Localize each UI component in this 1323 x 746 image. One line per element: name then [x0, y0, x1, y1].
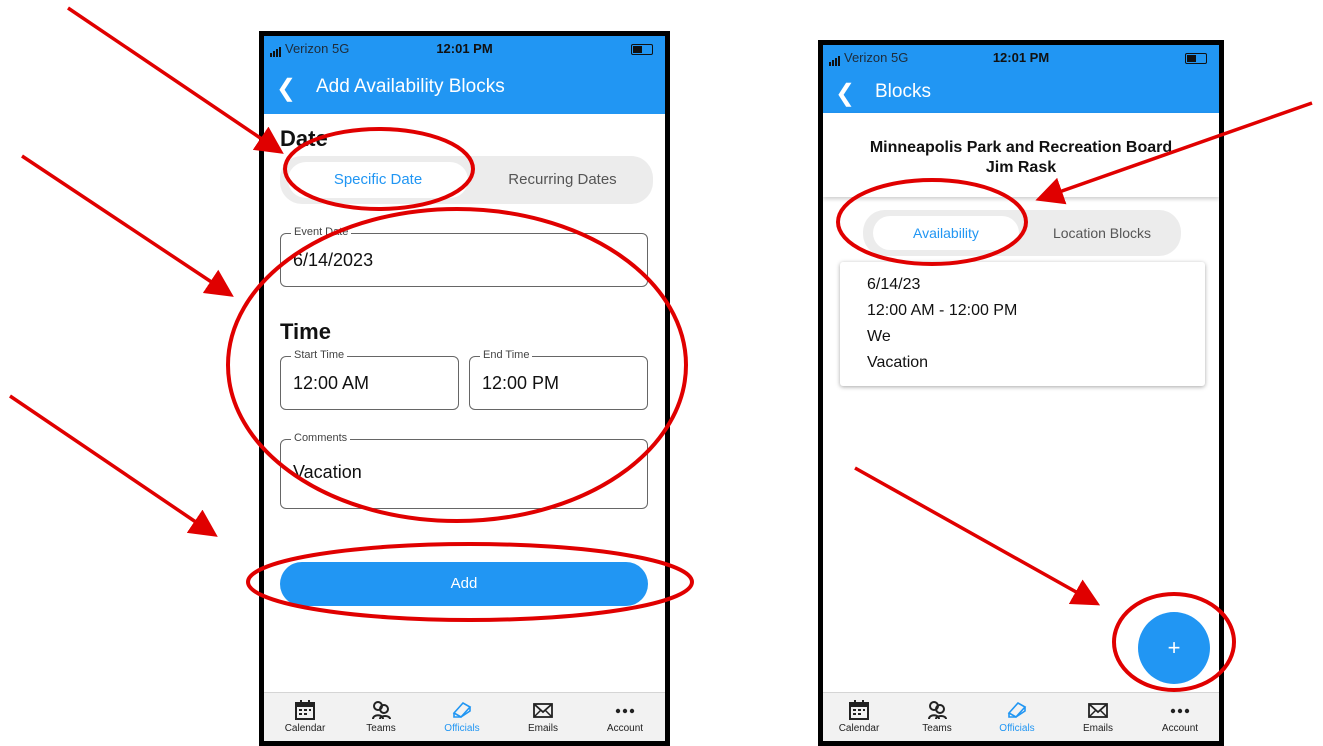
tab-officials[interactable]: Officials [431, 693, 493, 741]
tab-account-label: Account [1161, 723, 1199, 734]
battery-icon [631, 44, 653, 55]
page-title: Add Availability Blocks [316, 76, 505, 97]
add-button[interactable]: Add [280, 562, 648, 606]
tab-officials-label: Officials [444, 723, 480, 734]
status-time: 12:01 PM [992, 50, 1050, 65]
block-days: We [867, 328, 891, 345]
comments-label: Comments [291, 432, 351, 444]
availability-tab[interactable]: Availability [873, 216, 1019, 250]
comments-field[interactable]: Comments Vacation [280, 432, 648, 509]
add-availability-screen: Verizon 5G 12:01 PM ❮ Add Availability B… [264, 36, 665, 741]
envelope-icon [533, 703, 553, 718]
event-date-field[interactable]: Event Date 6/14/2023 [280, 226, 648, 287]
tab-account[interactable]: Account [1149, 693, 1211, 741]
annotation-arrow [67, 6, 284, 154]
tab-calendar-label: Calendar [838, 723, 880, 734]
tab-calendar-label: Calendar [284, 723, 326, 734]
chevron-left-icon[interactable]: ❮ [276, 74, 296, 103]
event-date-value: 6/14/2023 [293, 250, 374, 270]
status-bar: Verizon 5G 12:01 PM [823, 45, 1219, 71]
tab-calendar[interactable]: Calendar [274, 693, 336, 741]
battery-icon [1185, 53, 1207, 64]
tab-teams-label: Teams [366, 723, 396, 734]
time-heading: Time [280, 319, 331, 344]
people-icon [928, 701, 947, 720]
tab-calendar[interactable]: Calendar [828, 693, 890, 741]
location-blocks-tab[interactable]: Location Blocks [1028, 216, 1176, 250]
status-bar: Verizon 5G 12:01 PM [264, 36, 665, 62]
end-time-field[interactable]: End Time 12:00 PM [469, 349, 648, 410]
start-time-value: 12:00 AM [293, 373, 370, 393]
specific-date-tab[interactable]: Specific Date [288, 162, 468, 198]
tab-teams-label: Teams [922, 723, 952, 734]
eraser-icon [1007, 701, 1027, 719]
tab-account[interactable]: Account [594, 693, 656, 741]
comments-value: Vacation [293, 462, 362, 482]
bottom-tab-bar: Calendar Teams Officials Emails Account [823, 692, 1219, 741]
status-time: 12:01 PM [436, 41, 493, 56]
bottom-tab-bar: Calendar Teams Officials Emails Account [264, 692, 665, 741]
block-time-range: 12:00 AM - 12:00 PM [867, 302, 1018, 319]
eraser-icon [452, 701, 472, 719]
tab-teams[interactable]: Teams [350, 693, 412, 741]
tab-emails[interactable]: Emails [1067, 693, 1129, 741]
people-icon [372, 701, 391, 720]
end-time-label: End Time [480, 349, 533, 361]
recurring-dates-tab[interactable]: Recurring Dates [480, 162, 645, 198]
calendar-icon [295, 700, 315, 720]
tab-officials-label: Officials [999, 723, 1035, 734]
date-type-segment: Specific Date Recurring Dates [280, 156, 653, 204]
tab-teams[interactable]: Teams [906, 693, 968, 741]
right-phone-frame: Verizon 5G 12:01 PM ❮ Blocks Minneapolis… [818, 40, 1224, 746]
left-phone-frame: Verizon 5G 12:01 PM ❮ Add Availability B… [259, 31, 670, 746]
end-time-value: 12:00 PM [482, 373, 560, 393]
annotation-arrow [21, 154, 234, 297]
tab-officials[interactable]: Officials [986, 693, 1048, 741]
availability-block-card[interactable]: 6/14/23 12:00 AM - 12:00 PM We Vacation [840, 262, 1205, 386]
tab-emails-label: Emails [1082, 723, 1113, 734]
start-time-label: Start Time [291, 349, 348, 361]
blocks-screen: Verizon 5G 12:01 PM ❮ Blocks Minneapolis… [823, 45, 1219, 741]
start-time-field[interactable]: Start Time 12:00 AM [280, 349, 459, 410]
nav-header: ❮ Blocks [823, 71, 1219, 113]
tab-account-label: Account [606, 723, 644, 734]
tab-emails-label: Emails [527, 723, 558, 734]
nav-header: ❮ Add Availability Blocks [264, 62, 665, 114]
page-title: Blocks [875, 81, 931, 102]
person-name: Jim Rask [985, 159, 1057, 176]
envelope-icon [1088, 703, 1108, 718]
chevron-left-icon[interactable]: ❮ [835, 79, 855, 108]
block-type-segment: Availability Location Blocks [863, 210, 1181, 256]
date-heading: Date [280, 126, 328, 151]
tab-emails[interactable]: Emails [512, 693, 574, 741]
block-comment: Vacation [867, 354, 929, 371]
ellipsis-icon [615, 708, 635, 714]
org-header: Minneapolis Park and Recreation Board Ji… [823, 113, 1219, 197]
event-date-label: Event Date [291, 226, 352, 238]
ellipsis-icon [1170, 708, 1190, 714]
block-date: 6/14/23 [867, 276, 921, 293]
org-name: Minneapolis Park and Recreation Board [869, 139, 1173, 156]
add-block-fab[interactable]: + [1138, 612, 1210, 684]
calendar-icon [849, 700, 869, 720]
annotation-arrow [9, 394, 218, 537]
